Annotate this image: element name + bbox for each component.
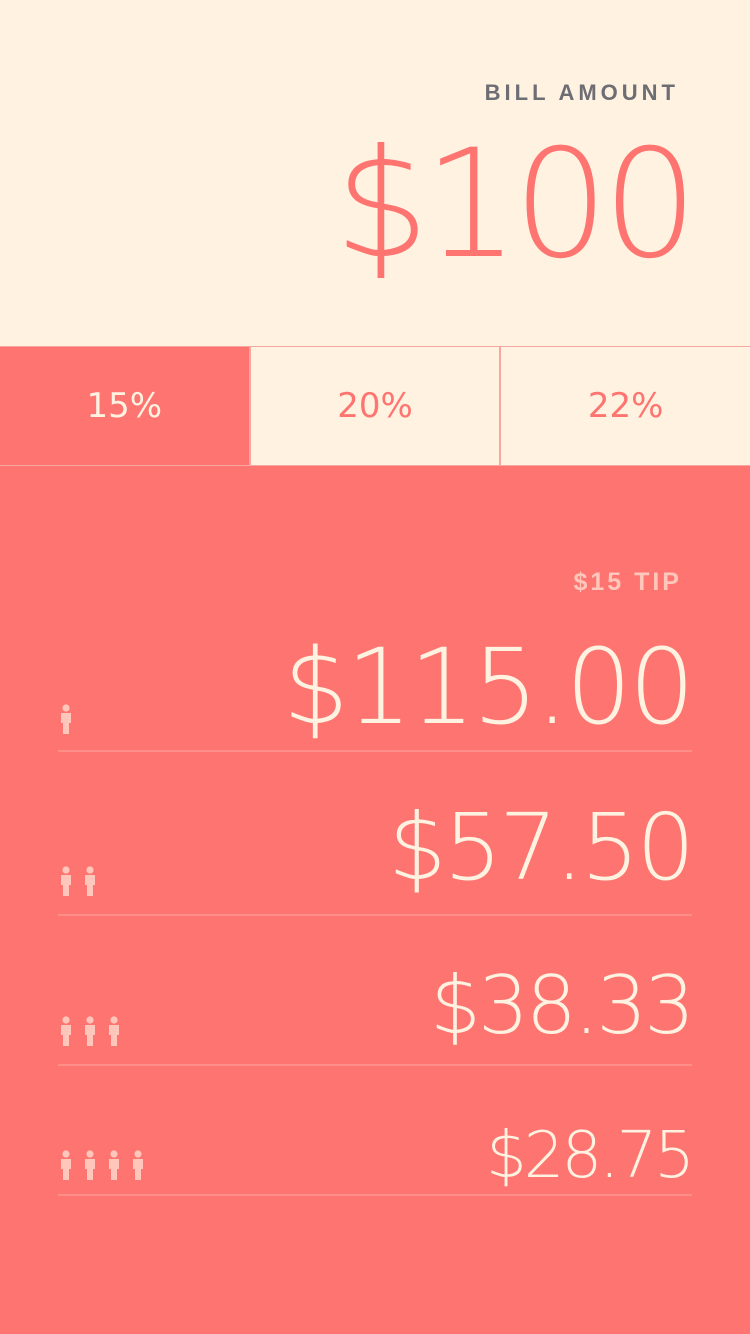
tip-option-22[interactable]: 22%: [499, 347, 750, 465]
split-row-3-people: $38.33: [58, 916, 695, 1066]
split-row-1-person: $115.00: [58, 626, 695, 752]
people-count-2: [58, 866, 98, 896]
bill-amount-label: BILL AMOUNT: [484, 80, 679, 105]
split-amount: $28.75: [486, 1119, 695, 1193]
person-icon: [85, 1150, 95, 1180]
person-icon: [61, 704, 71, 734]
bill-section: BILL AMOUNT $100: [0, 0, 750, 346]
person-icon: [61, 866, 71, 896]
split-amount: $115.00: [282, 626, 695, 748]
split-row-2-people: $57.50: [58, 752, 695, 916]
person-icon: [85, 1016, 95, 1046]
person-icon: [61, 1016, 71, 1046]
people-count-4: [58, 1150, 146, 1180]
split-row-4-people: $28.75: [58, 1066, 695, 1196]
person-icon: [61, 1150, 71, 1180]
person-icon: [109, 1016, 119, 1046]
tip-option-15[interactable]: 15%: [0, 347, 249, 465]
split-amount: $57.50: [388, 794, 695, 901]
person-icon: [109, 1150, 119, 1180]
tip-option-20[interactable]: 20%: [248, 347, 500, 465]
split-amount: $38.33: [430, 959, 695, 1052]
tip-amount-label: $15 TIP: [573, 568, 682, 596]
person-icon: [85, 866, 95, 896]
people-count-1: [58, 704, 74, 734]
tip-percentage-selector: 15% 20% 22%: [0, 346, 750, 466]
bill-amount-value[interactable]: $100: [334, 120, 698, 290]
people-count-3: [58, 1016, 122, 1046]
person-icon: [133, 1150, 143, 1180]
